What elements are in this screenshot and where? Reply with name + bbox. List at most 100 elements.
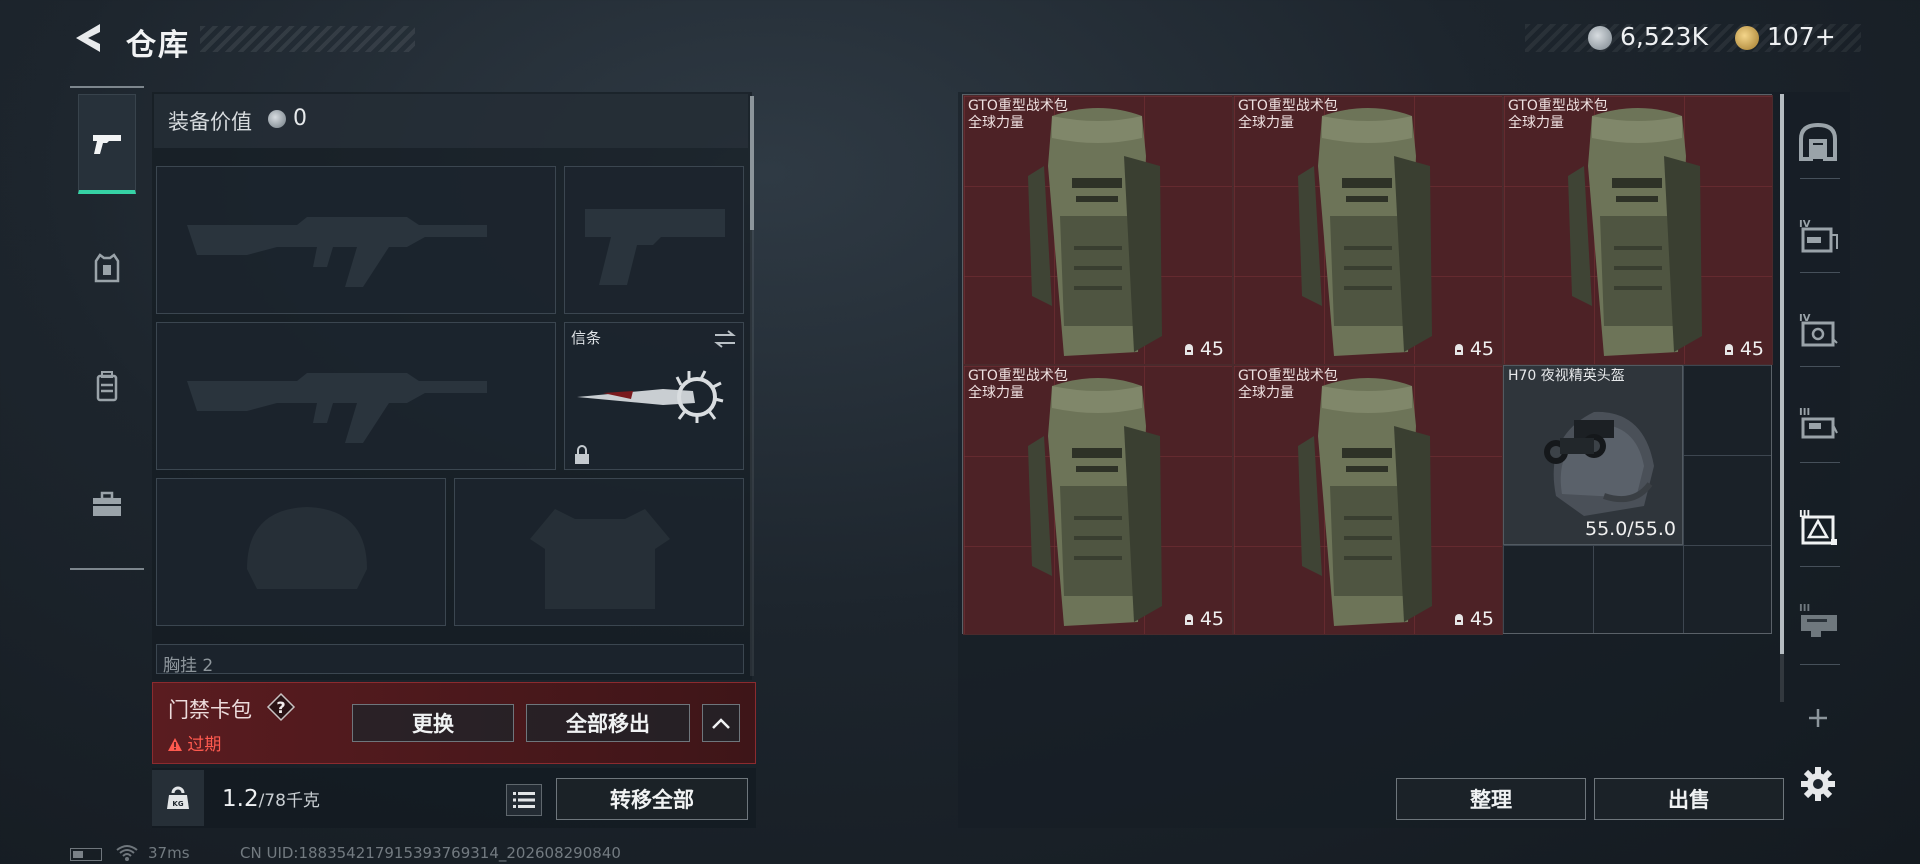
warning-icon (168, 738, 182, 751)
storage-item[interactable]: H70 夜视精英头盔 55.0/55.0 (1503, 365, 1683, 545)
collapse-button[interactable] (702, 704, 740, 742)
kettlebell-icon: KG (167, 786, 189, 809)
backpack-icon (96, 371, 118, 402)
tab-armor[interactable] (78, 218, 136, 318)
svg-text:III: III (1799, 603, 1810, 614)
helmet-silhouette-icon (247, 507, 367, 589)
backpack-icon (1298, 108, 1432, 356)
access-card-title: 门禁卡包 (168, 698, 252, 722)
storage-item[interactable]: GTO重型战术包 全球力量 45 (963, 365, 1233, 635)
storage-item[interactable]: GTO重型战术包 全球力量 45 (1233, 365, 1503, 635)
sell-button[interactable]: 出售 (1594, 778, 1784, 820)
list-view-button[interactable] (506, 784, 542, 816)
sidebar-case-iv[interactable]: IV (1794, 212, 1842, 260)
sort-button[interactable]: 整理 (1396, 778, 1586, 820)
storage-grid: GTO重型战术包 全球力量 45 GTO重型战术包 全球力量 45 GTO重型战… (962, 94, 1773, 635)
replace-button[interactable]: 更换 (352, 704, 514, 742)
equipment-value: 0 (293, 106, 307, 131)
capacity-icon (1454, 614, 1463, 625)
secondary-weapon-slot[interactable] (564, 166, 744, 314)
melee-slot-label: 信条 (571, 329, 602, 347)
carry-weight: 1.2/78千克 (222, 786, 320, 812)
sidebar-crate-iii[interactable]: III (1794, 596, 1842, 644)
chest-rig-slot[interactable]: 胸挂 2 (156, 644, 744, 674)
secondary-rifle-slot[interactable] (156, 322, 556, 470)
title-decoration (200, 26, 415, 52)
list-icon (513, 792, 535, 808)
capacity-icon (1454, 344, 1463, 355)
rifle-silhouette-icon (187, 373, 487, 443)
item-durability: 55.0/55.0 (1584, 518, 1676, 540)
equipment-value-label: 装备价值 (168, 110, 252, 134)
ping-value: 37ms (148, 844, 190, 862)
sidebar-shelter[interactable] (1794, 118, 1842, 166)
chevron-up-icon (712, 718, 730, 729)
weight-icon-box: KG (152, 770, 204, 826)
sidebar-warning-box-iii[interactable]: III (1794, 502, 1842, 550)
chest-rig-label: 胸挂 2 (163, 656, 214, 674)
storage-item[interactable]: GTO重型战术包 全球力量 45 (963, 95, 1233, 365)
gold-currency-value[interactable]: 107+ (1767, 22, 1836, 51)
back-icon[interactable] (70, 20, 104, 56)
tab-backpack[interactable] (78, 336, 136, 436)
tier-iii-crate-icon: III (1799, 603, 1837, 637)
capacity-icon (1724, 344, 1733, 355)
primary-weapon-slot[interactable] (156, 166, 556, 314)
tier-iv-safe-icon: IV (1799, 313, 1838, 347)
backpack-icon (1568, 108, 1702, 356)
tab-toolbox[interactable] (78, 454, 136, 554)
body-armor-slot[interactable] (454, 478, 744, 626)
shelter-icon (1799, 122, 1837, 161)
item-quantity: 45 (1182, 608, 1224, 630)
silver-coin-icon (1588, 26, 1612, 50)
helmet-slot[interactable] (156, 478, 446, 626)
toolbox-icon (93, 491, 121, 516)
vest-silhouette-icon (530, 509, 670, 609)
battery-icon (70, 848, 102, 861)
backpack-icon (1298, 378, 1432, 626)
rifle-silhouette-icon (187, 217, 487, 287)
storage-item[interactable]: GTO重型战术包 全球力量 45 (1233, 95, 1503, 365)
pistol-silhouette-icon (585, 209, 725, 285)
tier-iii-box-icon: III (1799, 407, 1838, 439)
capacity-icon (1184, 614, 1193, 625)
armor-vest-icon (94, 253, 120, 283)
knife-icon (577, 370, 724, 423)
equipment-scroll-thumb[interactable] (750, 96, 754, 230)
storage-scroll-thumb[interactable] (1780, 94, 1784, 654)
item-quantity: 45 (1452, 608, 1494, 630)
silver-coin-icon (268, 110, 286, 128)
expired-status: 过期 (168, 730, 221, 755)
lock-icon (575, 445, 589, 464)
item-quantity: 45 (1452, 338, 1494, 360)
sidebar-add[interactable] (1794, 694, 1842, 742)
item-quantity: 45 (1182, 338, 1224, 360)
user-uid: CN UID:1883542179153937693​14_2026082908… (240, 844, 621, 862)
storage-item[interactable]: GTO重型战术包 全球力量 45 (1503, 95, 1773, 365)
tab-weapons[interactable] (78, 94, 136, 194)
swap-icon[interactable] (713, 329, 737, 349)
item-quantity: 45 (1722, 338, 1764, 360)
capacity-icon (1184, 344, 1193, 355)
backpack-icon (1028, 378, 1162, 626)
plus-icon (1809, 709, 1827, 727)
transfer-all-button[interactable]: 转移全部 (556, 778, 748, 820)
page-title: 仓库 (126, 28, 190, 63)
gear-icon (1801, 767, 1835, 801)
backpack-icon (1028, 108, 1162, 356)
sidebar-safe-iv[interactable]: IV (1794, 306, 1842, 354)
tier-iv-case-icon: IV (1799, 219, 1838, 253)
gold-coin-icon (1735, 26, 1759, 50)
sidebar-settings[interactable] (1794, 760, 1842, 808)
wifi-icon (116, 844, 138, 861)
silver-currency-value: 6,523K (1620, 22, 1708, 51)
tier-iii-warning-box-icon: III (1799, 509, 1837, 545)
melee-weapon-slot[interactable]: 信条 (564, 322, 744, 470)
remove-all-button[interactable]: 全部移出 (526, 704, 690, 742)
svg-text:KG: KG (172, 800, 183, 808)
svg-text:?: ? (276, 698, 285, 717)
sidebar-box-iii[interactable]: III (1794, 400, 1842, 448)
help-icon[interactable]: ? (266, 692, 296, 722)
svg-text:III: III (1799, 407, 1810, 418)
pistol-icon (93, 134, 121, 154)
